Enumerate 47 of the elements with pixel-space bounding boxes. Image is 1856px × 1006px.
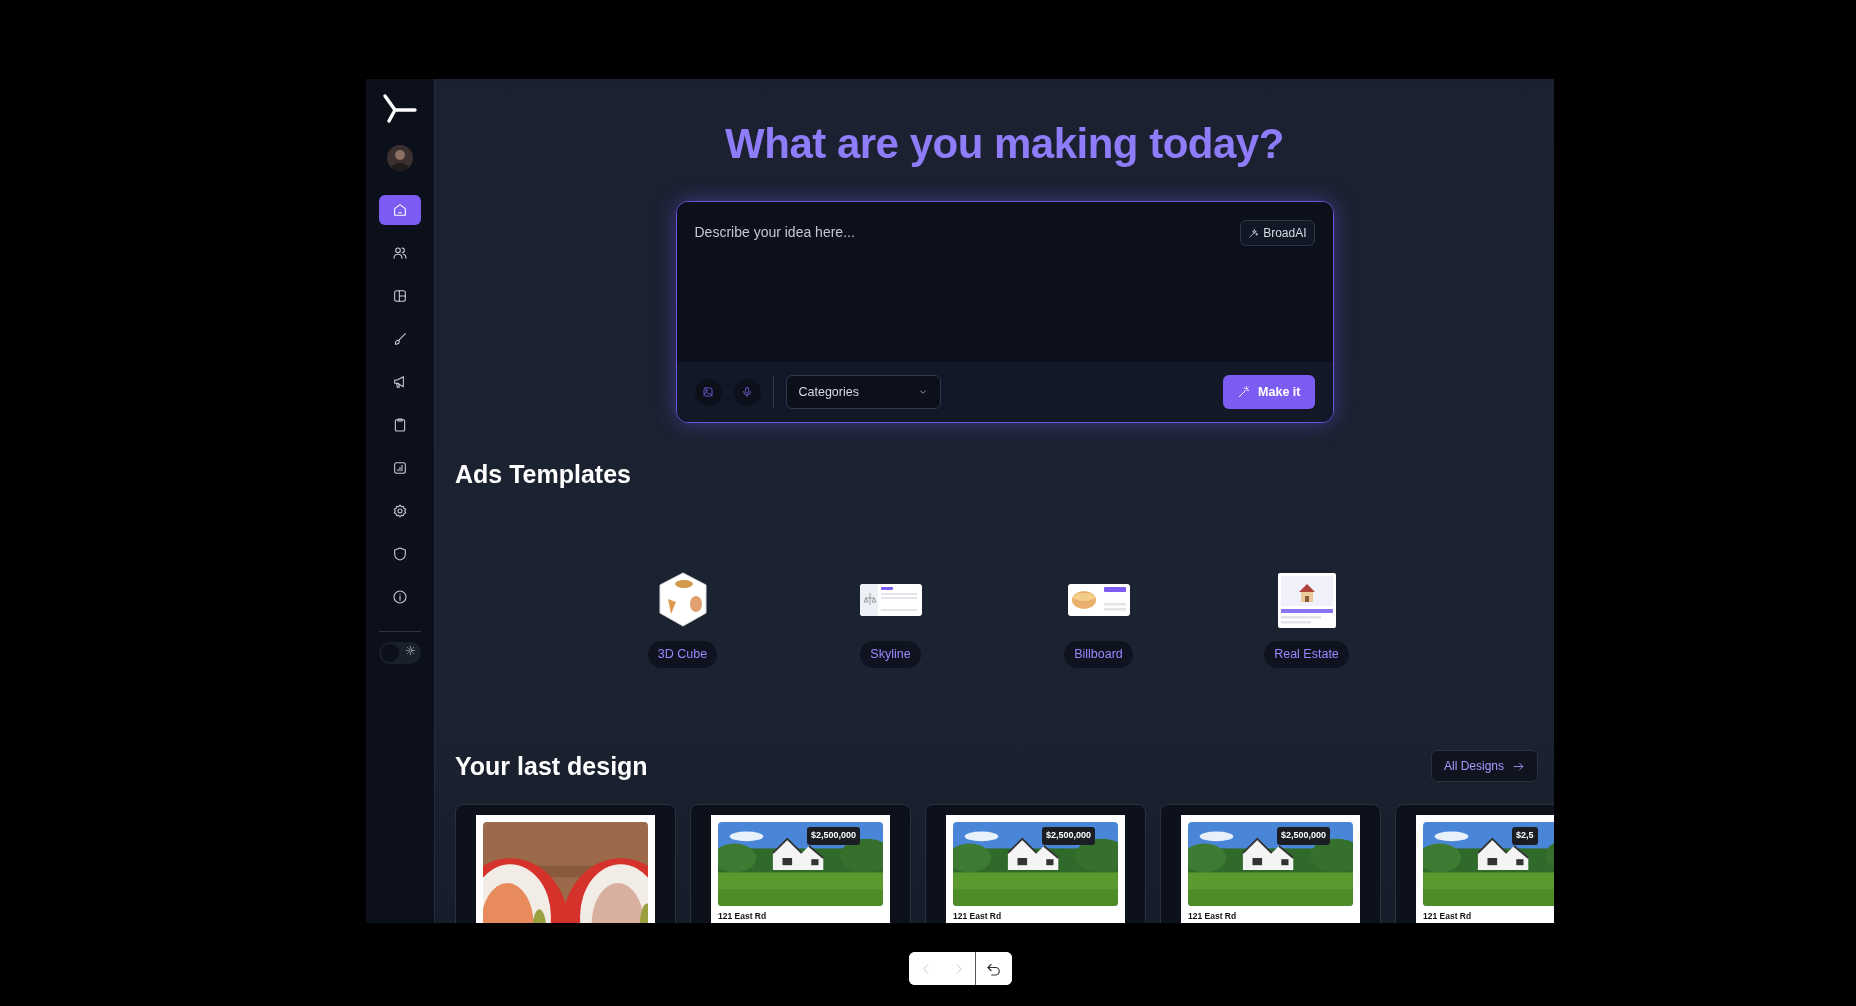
theme-toggle[interactable] [379, 642, 421, 664]
users-icon [392, 245, 408, 261]
reload-button[interactable] [975, 952, 1012, 985]
category-dropdown[interactable]: Categories [785, 375, 941, 410]
price-tag: $2,500,000 [1277, 827, 1331, 845]
template-chip[interactable]: Skyline [860, 641, 921, 669]
image-icon [702, 386, 714, 399]
microphone-icon [741, 386, 753, 399]
home-icon [392, 202, 408, 218]
template-card-drawing [859, 584, 922, 617]
brush-icon [392, 331, 408, 347]
layout-icon [392, 288, 408, 304]
template-card-drawing [1067, 584, 1130, 617]
section-title: Your last design [455, 751, 648, 782]
price-tag: $2,5 [1512, 827, 1538, 845]
avatar[interactable] [387, 145, 413, 171]
design-card[interactable]: $2,5 121 East Rd [1395, 804, 1554, 923]
clipboard-icon [392, 417, 408, 433]
magic-wand-icon [1237, 385, 1252, 400]
price-tag: $2,500,000 [1042, 827, 1096, 845]
logo-icon [380, 93, 420, 125]
settings-icon [392, 503, 408, 519]
sidebar-item[interactable] [379, 195, 421, 225]
template-chip[interactable]: 3D Cube [647, 641, 718, 669]
section-title: Ads Templates [455, 459, 632, 490]
price-tag: $2,500,000 [807, 827, 861, 845]
all-designs-button[interactable]: All Designs [1430, 750, 1538, 783]
design-card[interactable]: $2,500,000 121 East Rd [925, 804, 1146, 923]
page-title: What are you making today? [724, 119, 1285, 169]
address-text: 121 East Rd [718, 910, 768, 923]
make-button[interactable]: Make it [1223, 375, 1315, 410]
address-text: 121 East Rd [1188, 910, 1238, 923]
address-text: 121 East Rd [1423, 910, 1473, 923]
cube-drawing [659, 572, 706, 627]
info-icon [392, 589, 408, 605]
sun-icon [405, 645, 416, 656]
design-card[interactable]: $2,500,000 121 East Rd [690, 804, 911, 923]
template-card-drawing [1277, 572, 1336, 628]
template-chip[interactable]: Billboard [1064, 641, 1133, 669]
shield-icon [392, 546, 408, 562]
address-text: 121 East Rd [953, 910, 1003, 923]
model-button[interactable]: BroadAI [1240, 220, 1315, 247]
design-card[interactable]: $2,500,000 121 East Rd [1160, 804, 1381, 923]
prompt-field[interactable]: Describe your idea here... BroadAI [676, 202, 1333, 363]
template-chip[interactable]: Real Estate [1264, 641, 1349, 669]
chart-icon [392, 460, 408, 476]
microphone-button[interactable] [733, 378, 761, 406]
